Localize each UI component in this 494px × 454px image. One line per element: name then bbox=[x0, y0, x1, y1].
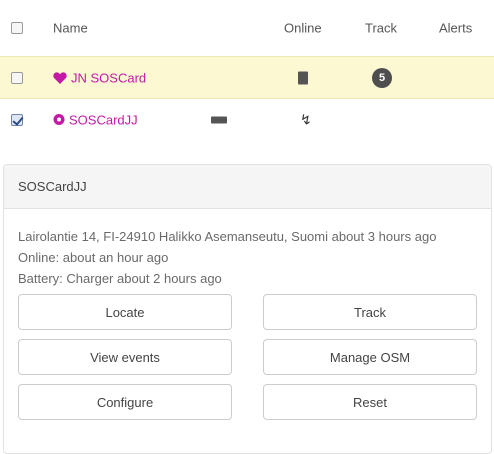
reset-button[interactable]: Reset bbox=[263, 384, 477, 420]
column-header-alerts[interactable]: Alerts bbox=[439, 21, 472, 36]
gear-icon bbox=[53, 114, 65, 125]
battery-icon bbox=[211, 116, 227, 123]
action-buttons: Locate Track View events Manage OSM Conf… bbox=[18, 294, 477, 420]
bolt-icon: ↯ bbox=[300, 111, 312, 127]
configure-button[interactable]: Configure bbox=[18, 384, 232, 420]
address-line: Lairolantie 14, FI-24910 Halikko Asemans… bbox=[18, 229, 437, 244]
panel-body: Lairolantie 14, FI-24910 Halikko Asemans… bbox=[4, 209, 491, 420]
device-table: Name Online Track Alerts JN SOSCard 5 SO… bbox=[0, 0, 494, 140]
device-name-link[interactable]: SOSCardJJ bbox=[53, 112, 138, 127]
row-checkbox[interactable] bbox=[11, 113, 23, 126]
device-name-label: JN SOSCard bbox=[71, 70, 147, 85]
device-name-label: SOSCardJJ bbox=[69, 112, 138, 127]
column-header-online[interactable]: Online bbox=[284, 21, 322, 36]
locate-button[interactable]: Locate bbox=[18, 294, 232, 330]
row-checkbox[interactable] bbox=[11, 71, 23, 84]
heart-icon bbox=[53, 71, 67, 84]
manage-osm-button[interactable]: Manage OSM bbox=[263, 339, 477, 375]
table-row[interactable]: SOSCardJJ ↯ bbox=[0, 99, 494, 140]
device-name-link[interactable]: JN SOSCard bbox=[53, 70, 146, 85]
table-row[interactable]: JN SOSCard 5 bbox=[0, 56, 494, 99]
select-all-checkbox[interactable] bbox=[11, 22, 23, 34]
track-count-badge[interactable]: 5 bbox=[372, 67, 392, 88]
table-header-row: Name Online Track Alerts bbox=[0, 0, 494, 56]
phone-icon bbox=[298, 71, 308, 84]
column-header-track[interactable]: Track bbox=[365, 21, 397, 36]
view-events-button[interactable]: View events bbox=[18, 339, 232, 375]
battery-status-line: Battery: Charger about 2 hours ago bbox=[18, 271, 222, 286]
device-detail-panel: SOSCardJJ Lairolantie 14, FI-24910 Halik… bbox=[3, 164, 492, 454]
track-button[interactable]: Track bbox=[263, 294, 477, 330]
panel-title: SOSCardJJ bbox=[4, 165, 491, 209]
column-header-name[interactable]: Name bbox=[53, 21, 88, 36]
online-status-line: Online: about an hour ago bbox=[18, 250, 169, 265]
